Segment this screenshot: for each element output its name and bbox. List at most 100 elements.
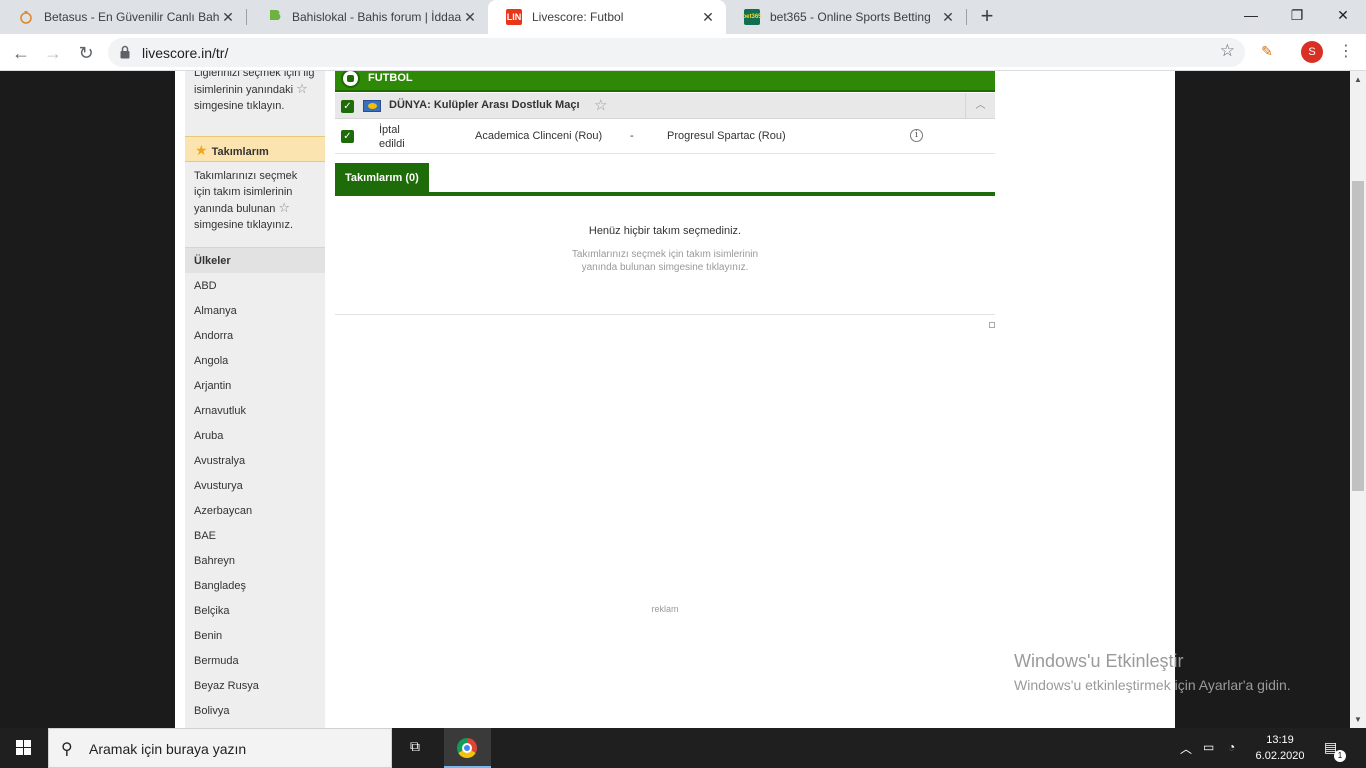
sport-header: FUTBOL	[335, 71, 995, 92]
country-link[interactable]: Arjantin	[185, 374, 325, 399]
scrollbar-thumb[interactable]	[1352, 181, 1364, 491]
address-bar[interactable]: livescore.in/tr/ ☆	[108, 38, 1245, 67]
my-teams-hint: Takımlarınızı seçmek için takım isimleri…	[185, 168, 325, 233]
country-link[interactable]: Bolivya	[185, 699, 325, 724]
close-icon[interactable]: ✕	[940, 9, 956, 26]
ad-choices-icon[interactable]	[989, 322, 995, 328]
leagues-hint-line: Liglerinizi seçmek için lig	[194, 71, 315, 79]
task-view-icon[interactable]: ⧉	[400, 738, 430, 758]
bookmark-star-icon[interactable]: ☆	[1220, 41, 1235, 61]
star-icon: ☆	[278, 200, 291, 215]
profile-avatar[interactable]: S	[1301, 41, 1323, 63]
favorite-star-icon[interactable]: ☆	[594, 96, 607, 114]
collapse-chevron-icon[interactable]: ︿	[965, 93, 995, 118]
ad-label: reklam	[651, 604, 679, 614]
tray-chevron-icon[interactable]: ︿	[1180, 740, 1192, 757]
close-window-icon[interactable]: ✕	[1320, 0, 1366, 30]
country-link[interactable]: ABD	[185, 274, 325, 299]
wifi-icon[interactable]: ◔	[1228, 740, 1235, 754]
new-tab-button[interactable]: +	[976, 5, 998, 27]
league-checkbox[interactable]: ✓	[341, 100, 354, 113]
notification-badge: 1	[1334, 750, 1346, 762]
country-link[interactable]: Avustralya	[185, 449, 325, 474]
sport-title: FUTBOL	[368, 72, 413, 84]
betasus-icon	[18, 9, 34, 25]
my-teams-label: Takımlarım	[211, 146, 269, 158]
country-link[interactable]: Andorra	[185, 324, 325, 349]
chrome-menu-icon[interactable]: ⋮	[1338, 41, 1354, 63]
bahislokal-icon	[266, 9, 282, 25]
leagues-hint: Liglerinizi seçmek için lig isimlerinin …	[185, 71, 325, 114]
tab-my-teams[interactable]: Takımlarım (0)	[335, 163, 429, 192]
info-icon[interactable]: i	[910, 129, 923, 142]
system-clock[interactable]: 13:19 6.02.2020	[1250, 732, 1310, 764]
star-icon: ☆	[296, 81, 308, 96]
tab-betasus[interactable]: Betasus - En Güvenilir Canlı Bahis ✕	[0, 0, 246, 34]
match-row[interactable]: ✓ İptal edildi Academica Clinceni (Rou) …	[335, 119, 995, 154]
windows-taskbar: ⚲ Aramak için buraya yazın ⧉ ︿ ▭ ◔ 13:19…	[0, 728, 1366, 768]
country-link[interactable]: Avusturya	[185, 474, 325, 499]
activation-watermark-text: Windows'u etkinleştirmek için Ayarlar'a …	[1014, 677, 1291, 693]
country-link[interactable]: Bangladeş	[185, 574, 325, 599]
country-link[interactable]: Beyaz Rusya	[185, 674, 325, 699]
country-link[interactable]: BAE	[185, 524, 325, 549]
bet365-icon: bet365	[743, 9, 762, 25]
empty-hint: Takımlarınızı seçmek için takım isimleri…	[571, 249, 759, 273]
forward-icon[interactable]: →	[40, 40, 66, 66]
battery-icon[interactable]: ▭	[1203, 740, 1214, 754]
tab-title: Betasus - En Güvenilir Canlı Bahis	[44, 10, 220, 24]
left-sidebar: Liglerinizi seçmek için lig isimlerinin …	[185, 71, 325, 728]
back-icon[interactable]: ←	[8, 40, 34, 66]
country-link[interactable]: Bermuda	[185, 649, 325, 674]
country-link[interactable]: Benin	[185, 624, 325, 649]
league-name[interactable]: DÜNYA: Kulüpler Arası Dostluk Maçı	[389, 99, 580, 111]
close-icon[interactable]: ✕	[220, 9, 236, 26]
reload-icon[interactable]: ↻	[73, 40, 99, 66]
extension-icon[interactable]: ✎	[1258, 43, 1276, 61]
page-scrollbar[interactable]: ▲ ▼	[1350, 71, 1366, 728]
clock-date: 6.02.2020	[1255, 750, 1305, 762]
country-link[interactable]: Azerbaycan	[185, 499, 325, 524]
minimize-icon[interactable]: —	[1228, 0, 1274, 30]
browser-toolbar: ← → ↻ livescore.in/tr/ ☆	[0, 34, 1366, 71]
tab-title: Bahislokal - Bahis forum | İddaa t	[292, 10, 462, 24]
taskbar-search[interactable]: ⚲ Aramak için buraya yazın	[48, 728, 392, 768]
activation-watermark-title: Windows'u Etkinleştir	[1014, 651, 1184, 671]
match-checkbox[interactable]: ✓	[341, 130, 354, 143]
country-link[interactable]: Bahreyn	[185, 549, 325, 574]
tab-title: Livescore: Futbol	[532, 10, 624, 24]
scroll-down-icon[interactable]: ▼	[1354, 715, 1362, 724]
football-icon	[341, 71, 360, 88]
away-team: Progresul Spartac (Rou)	[667, 130, 786, 142]
livescore-site: Liglerinizi seçmek için lig isimlerinin …	[175, 71, 1175, 728]
country-link[interactable]: Aruba	[185, 424, 325, 449]
country-link[interactable]: Almanya	[185, 299, 325, 324]
league-header: ✓ DÜNYA: Kulüpler Arası Dostluk Maçı ☆ ︿	[335, 93, 995, 119]
star-icon: ★	[195, 142, 208, 158]
score-separator: -	[630, 130, 634, 142]
countries-header: Ülkeler	[185, 247, 325, 273]
tab-bahislokal[interactable]: Bahislokal - Bahis forum | İddaa t ✕	[248, 0, 488, 34]
lock-icon	[120, 45, 130, 59]
my-teams-tab-bar: Takımlarım (0)	[335, 163, 995, 196]
home-team: Academica Clinceni (Rou)	[475, 130, 603, 142]
close-icon[interactable]: ✕	[700, 9, 716, 26]
livescore-icon: LIN	[506, 9, 522, 25]
search-placeholder: Aramak için buraya yazın	[89, 741, 247, 757]
close-icon[interactable]: ✕	[462, 9, 478, 26]
search-icon: ⚲	[61, 741, 73, 758]
scroll-up-icon[interactable]: ▲	[1354, 75, 1362, 84]
country-link[interactable]: Angola	[185, 349, 325, 374]
taskbar-chrome-button[interactable]	[444, 728, 491, 768]
match-status: İptal edildi	[379, 124, 405, 150]
empty-title: Henüz hiçbir takım seçmediniz.	[588, 225, 742, 237]
my-teams-header[interactable]: ★ Takımlarım	[185, 136, 325, 162]
tab-title: bet365 - Online Sports Betting	[770, 10, 931, 24]
my-teams-empty-state: Henüz hiçbir takım seçmediniz. Takımları…	[335, 196, 995, 315]
country-link[interactable]: Belçika	[185, 599, 325, 624]
restore-icon[interactable]: ❐	[1274, 0, 1320, 30]
tab-livescore[interactable]: LIN Livescore: Futbol ✕	[488, 0, 726, 34]
start-button[interactable]	[0, 728, 48, 768]
country-link[interactable]: Arnavutluk	[185, 399, 325, 424]
tab-bet365[interactable]: bet365 bet365 - Online Sports Betting ✕	[726, 0, 966, 34]
